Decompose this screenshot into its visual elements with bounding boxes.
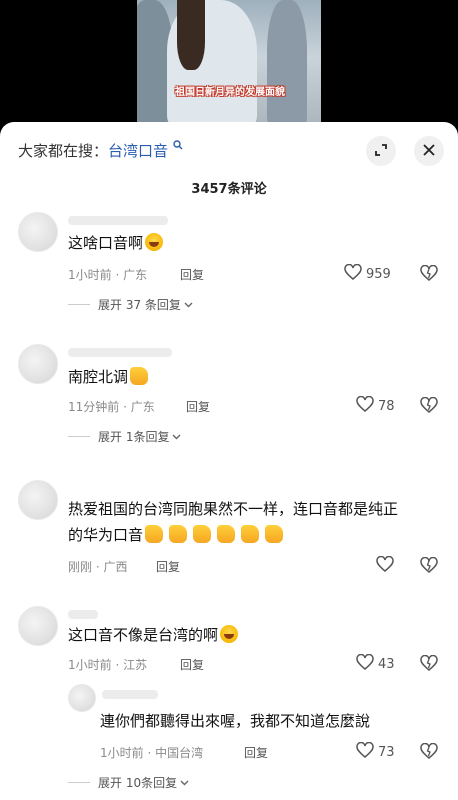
dislike-button[interactable] — [420, 742, 438, 763]
video-player[interactable]: 祖国日新月异的发展面貌 — [0, 0, 458, 128]
avatar[interactable] — [18, 344, 58, 384]
chevron-down-icon — [184, 298, 193, 311]
chevron-down-icon — [180, 776, 189, 789]
comment-text: 这口音不像是台湾的啊 — [68, 622, 239, 648]
laugh-cry-emoji-icon — [220, 625, 239, 643]
like-button[interactable] — [376, 555, 394, 576]
comment-item: 南腔北调 11分钟前 · 广东 回复 78 展开 1条回复 — [0, 340, 458, 450]
reply-button[interactable]: 回复 — [180, 656, 204, 673]
expand-replies-button[interactable]: 展开 37 条回复 — [68, 296, 193, 313]
dislike-button[interactable] — [420, 556, 438, 577]
like-count: 959 — [366, 266, 391, 282]
avatar[interactable] — [18, 606, 58, 646]
search-suggestion[interactable]: 大家都在搜：台湾口音 — [18, 140, 183, 161]
video-frame — [137, 0, 321, 128]
video-person — [267, 0, 307, 128]
expand-icon — [374, 142, 388, 161]
avatar[interactable] — [18, 212, 58, 252]
comment-meta: 1小时前 · 广东 — [68, 268, 148, 282]
comment-text-content: 这啥口音啊 — [68, 234, 144, 252]
close-button[interactable] — [414, 136, 444, 166]
reply-button[interactable]: 回复 — [180, 266, 204, 283]
heart-outline-icon — [344, 263, 362, 284]
reply-item: 連你們都聽得出來喔，我都不知道怎麼說 1小时前 · 中国台湾 回复 73 展开 … — [0, 682, 458, 792]
comment-meta: 1小时前 · 中国台湾 — [100, 746, 204, 760]
username[interactable] — [68, 348, 172, 357]
divider-line — [68, 436, 90, 437]
expand-replies-button[interactable]: 展开 1条回复 — [68, 428, 181, 445]
broken-heart-icon — [420, 654, 438, 675]
reply-button[interactable]: 回复 — [156, 558, 180, 575]
like-count: 73 — [378, 744, 395, 760]
comment-text: 連你們都聽得出來喔，我都不知道怎麼說 — [100, 712, 371, 730]
comment-item: 这啥口音啊 1小时前 · 广东 回复 959 展开 37 条回复 — [0, 208, 458, 318]
comment-text-line: 热爱祖国的台湾同胞果然不一样，连口音都是纯正 — [68, 500, 399, 518]
like-count: 43 — [378, 656, 395, 672]
thumbs-up-emoji-icon — [130, 367, 149, 385]
like-button[interactable]: 78 — [356, 395, 395, 416]
broken-heart-icon — [420, 556, 438, 577]
expand-replies-label: 展开 1条回复 — [98, 430, 170, 444]
comment-text: 这啥口音啊 — [68, 230, 164, 256]
laugh-cry-emoji-icon — [145, 233, 164, 251]
thumbs-up-emoji-icon — [169, 525, 188, 543]
comment-meta: 1小时前 · 江苏 — [68, 658, 148, 672]
expand-replies-button[interactable]: 展开 10条回复 — [68, 774, 189, 791]
like-button[interactable]: 73 — [356, 741, 395, 762]
reply-button[interactable]: 回复 — [244, 744, 268, 761]
thumbs-up-emoji-icon — [217, 525, 236, 543]
video-person-hair — [177, 0, 205, 70]
search-keyword[interactable]: 台湾口音 — [108, 142, 168, 160]
dislike-button[interactable] — [420, 396, 438, 417]
broken-heart-icon — [420, 264, 438, 285]
heart-outline-icon — [356, 741, 374, 762]
thumbs-up-emoji-icon — [145, 525, 164, 543]
like-count: 78 — [378, 398, 395, 414]
heart-outline-icon — [356, 395, 374, 416]
divider-line — [68, 304, 90, 305]
thumbs-up-emoji-icon — [193, 525, 212, 543]
broken-heart-icon — [420, 396, 438, 417]
like-button[interactable]: 43 — [356, 653, 395, 674]
comment-text: 南腔北调 — [68, 364, 149, 390]
chevron-down-icon — [172, 430, 181, 443]
username[interactable] — [102, 690, 158, 699]
heart-outline-icon — [376, 555, 394, 576]
video-caption: 祖国日新月异的发展面貌 — [175, 87, 285, 98]
expand-replies-label: 展开 10条回复 — [98, 776, 178, 790]
like-button[interactable]: 959 — [344, 263, 391, 284]
username[interactable] — [68, 610, 98, 619]
comment-meta: 刚刚 · 广西 — [68, 560, 128, 574]
expand-replies-label: 展开 37 条回复 — [98, 298, 181, 312]
comment-item: 这口音不像是台湾的啊 1小时前 · 江苏 回复 43 — [0, 602, 458, 682]
username[interactable] — [68, 216, 168, 225]
heart-outline-icon — [356, 653, 374, 674]
comment-meta: 11分钟前 · 广东 — [68, 400, 155, 414]
comment-item: 热爱祖国的台湾同胞果然不一样，连口音都是纯正 的华为口音 刚刚 · 广西 回复 — [0, 476, 458, 586]
comment-sheet: 大家都在搜：台湾口音 3457条评论 这啥口音啊 1小时前 · 广东 回复 95… — [0, 122, 458, 800]
thumbs-up-emoji-icon — [265, 525, 284, 543]
search-icon — [169, 140, 183, 153]
comment-text-content: 南腔北调 — [68, 368, 129, 386]
comment-text-line: 的华为口音 — [68, 526, 144, 544]
comment-count: 3457条评论 — [191, 182, 267, 197]
search-prefix: 大家都在搜： — [18, 142, 109, 160]
dislike-button[interactable] — [420, 654, 438, 675]
expand-button[interactable] — [366, 136, 396, 166]
comment-text-content: 这口音不像是台湾的啊 — [68, 626, 219, 644]
comment-text: 热爱祖国的台湾同胞果然不一样，连口音都是纯正 的华为口音 — [68, 496, 398, 548]
divider-line — [68, 782, 90, 783]
close-icon — [422, 142, 436, 161]
avatar[interactable] — [18, 480, 58, 520]
avatar[interactable] — [68, 684, 96, 712]
thumbs-up-emoji-icon — [241, 525, 260, 543]
reply-button[interactable]: 回复 — [186, 398, 210, 415]
broken-heart-icon — [420, 742, 438, 763]
dislike-button[interactable] — [420, 264, 438, 285]
